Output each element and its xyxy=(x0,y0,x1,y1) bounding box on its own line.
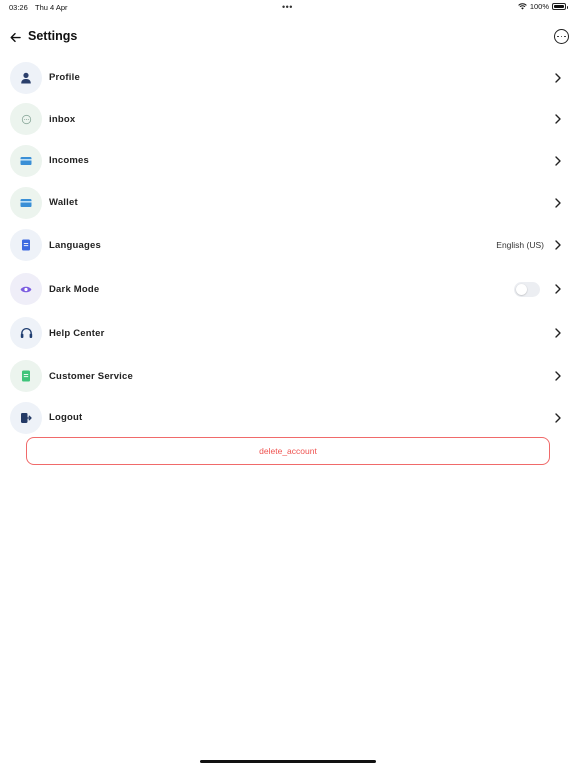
eye-icon xyxy=(10,273,42,306)
status-time: 03:26 xyxy=(9,3,28,12)
status-date: Thu 4 Apr xyxy=(35,3,68,12)
menu-item-inbox[interactable]: inbox xyxy=(0,99,576,141)
document-icon xyxy=(10,229,42,262)
settings-menu: Profile inbox Incomes Wallet Languages E… xyxy=(0,57,576,439)
menu-item-label: Wallet xyxy=(49,197,78,209)
home-indicator[interactable] xyxy=(200,760,376,763)
chevron-right-icon xyxy=(555,240,561,251)
battery-icon xyxy=(552,3,568,10)
multitasking-dots-icon[interactable]: ••• xyxy=(282,2,293,12)
card-icon xyxy=(10,186,42,219)
selected-language: English (US) xyxy=(496,240,544,251)
dark-mode-toggle[interactable] xyxy=(514,281,540,297)
chevron-right-icon xyxy=(555,114,561,125)
menu-item-languages[interactable]: Languages English (US) xyxy=(0,223,576,267)
menu-item-help-center[interactable]: Help Center xyxy=(0,311,576,355)
menu-item-label: Languages xyxy=(49,239,101,251)
menu-item-customer-service[interactable]: Customer Service xyxy=(0,355,576,397)
back-button[interactable] xyxy=(6,28,24,46)
headset-icon xyxy=(10,317,42,350)
page-title: Settings xyxy=(28,29,78,43)
menu-item-incomes[interactable]: Incomes xyxy=(0,140,576,182)
chevron-right-icon xyxy=(555,197,561,208)
menu-item-dark-mode[interactable]: Dark Mode xyxy=(0,267,576,311)
status-bar: 03:26 Thu 4 Apr ••• 100% xyxy=(0,0,576,14)
card-icon xyxy=(10,144,42,177)
menu-item-profile[interactable]: Profile xyxy=(0,57,576,99)
menu-item-label: Customer Service xyxy=(49,370,133,382)
chevron-right-icon xyxy=(555,73,561,83)
logout-icon xyxy=(10,401,42,434)
menu-item-logout[interactable]: Logout xyxy=(0,397,576,439)
delete-account-button[interactable]: delete_account xyxy=(26,437,550,465)
menu-item-label: Incomes xyxy=(49,155,89,167)
wifi-icon xyxy=(518,3,527,10)
battery-percentage: 100% xyxy=(529,2,549,11)
chevron-right-icon xyxy=(555,328,561,339)
arrow-left-icon xyxy=(10,32,21,42)
menu-item-label: inbox xyxy=(49,113,76,125)
header: Settings xyxy=(0,26,576,48)
menu-item-wallet[interactable]: Wallet xyxy=(0,182,576,224)
chevron-right-icon xyxy=(555,284,561,295)
menu-item-label: Dark Mode xyxy=(49,283,100,295)
status-indicators: 100% xyxy=(518,2,568,11)
chevron-right-icon xyxy=(555,371,561,381)
menu-item-label: Logout xyxy=(49,412,83,424)
more-options-button[interactable] xyxy=(554,29,569,44)
toggle-knob xyxy=(516,283,527,295)
menu-item-label: Help Center xyxy=(49,327,105,339)
person-icon xyxy=(10,61,42,94)
chat-bubble-icon xyxy=(10,103,42,136)
menu-item-label: Profile xyxy=(49,72,80,84)
chevron-right-icon xyxy=(555,413,561,423)
chevron-right-icon xyxy=(555,156,561,166)
document-icon xyxy=(10,360,42,393)
